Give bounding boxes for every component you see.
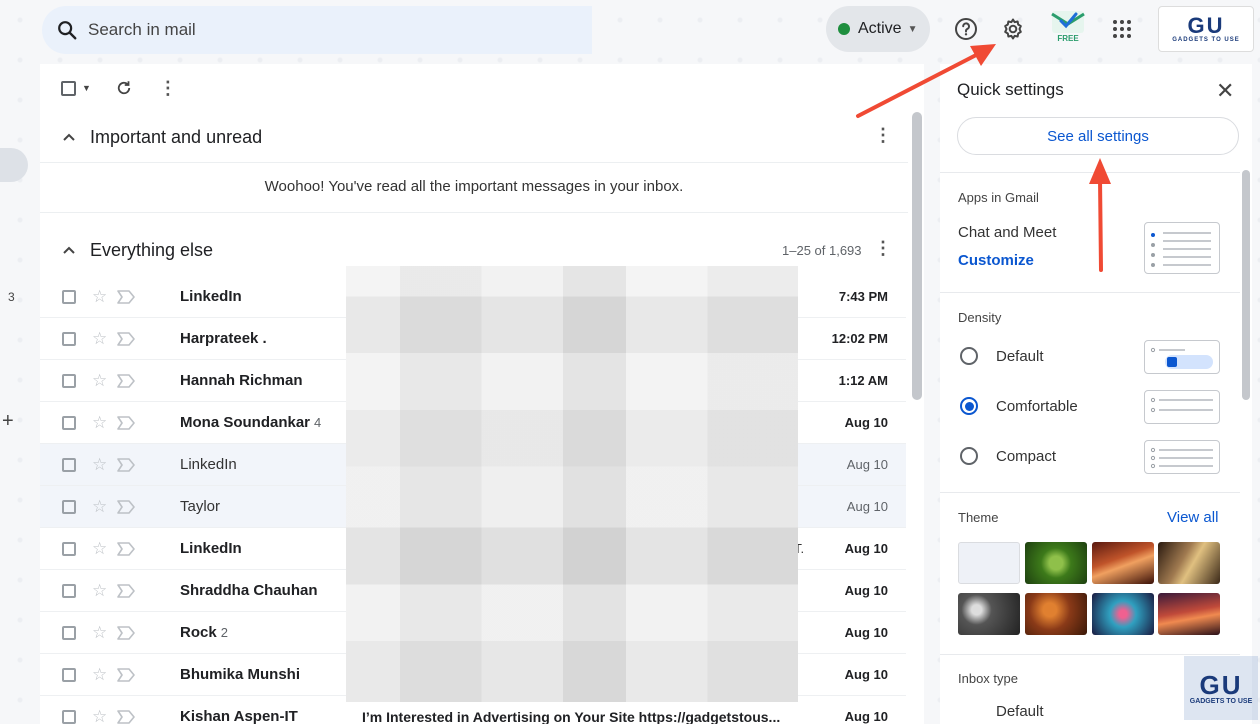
arrow-to-settings <box>856 44 996 118</box>
arrow-to-see-all <box>1089 158 1111 272</box>
annotation-arrows <box>856 44 1111 272</box>
